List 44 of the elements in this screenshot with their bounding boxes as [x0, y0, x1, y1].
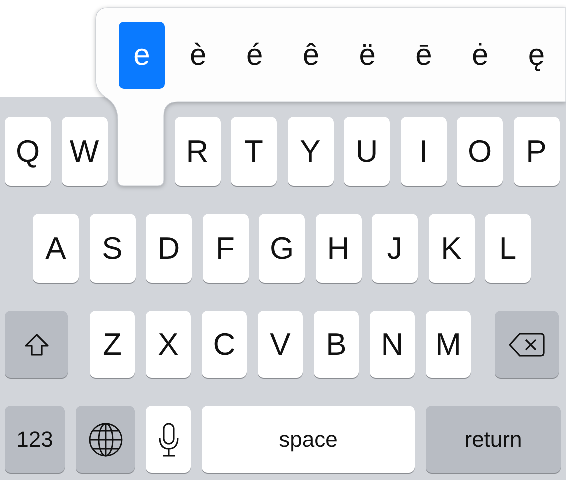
delete-key[interactable] [495, 311, 559, 378]
accent-option[interactable]: é [232, 22, 278, 89]
letter-key[interactable]: A [33, 214, 79, 283]
letter-key[interactable]: R [174, 117, 220, 186]
accent-option[interactable]: ë [344, 22, 391, 89]
letter-key[interactable]: L [485, 214, 531, 283]
letter-key[interactable]: D [146, 214, 192, 283]
accent-option[interactable]: ē [400, 22, 447, 89]
microphone-icon [158, 422, 180, 458]
letter-key[interactable]: O [457, 117, 503, 186]
letter-key[interactable]: Z [90, 311, 135, 378]
accent-option[interactable]: ė [457, 22, 504, 89]
globe-icon [88, 422, 124, 458]
shift-icon [24, 332, 50, 356]
accent-option[interactable]: ê [288, 22, 334, 89]
backspace-icon [508, 332, 546, 358]
shift-key[interactable] [5, 311, 68, 378]
letter-key[interactable]: M [426, 311, 471, 378]
letter-key[interactable]: P [514, 117, 560, 186]
numbers-key[interactable]: 123 [5, 406, 65, 473]
dictation-key[interactable] [146, 406, 191, 473]
letter-key[interactable]: H [316, 214, 362, 283]
letter-key[interactable]: W [62, 117, 108, 186]
accent-option[interactable]: e [119, 22, 165, 89]
letter-key[interactable]: S [90, 214, 136, 283]
accent-option[interactable]: è [175, 22, 222, 89]
letter-key[interactable]: U [344, 117, 390, 186]
letter-key[interactable]: G [259, 214, 305, 283]
letter-key[interactable]: N [370, 311, 415, 378]
letter-key[interactable]: I [400, 117, 446, 186]
letter-key[interactable]: T [231, 117, 277, 186]
letter-key[interactable]: J [372, 214, 418, 283]
letter-key[interactable]: K [428, 214, 474, 283]
space-key[interactable]: space [202, 406, 415, 473]
letter-key[interactable]: B [314, 311, 359, 378]
return-key[interactable]: return [426, 406, 561, 473]
letter-key[interactable]: X [146, 311, 191, 378]
letter-key[interactable]: Y [288, 117, 334, 186]
letter-key[interactable]: V [258, 311, 303, 378]
keyboard-switch-key[interactable] [76, 406, 135, 473]
letter-key[interactable]: F [202, 214, 248, 283]
accent-option[interactable]: ę [514, 22, 560, 89]
letter-key[interactable]: Q [5, 117, 51, 186]
letter-key[interactable]: C [202, 311, 247, 378]
